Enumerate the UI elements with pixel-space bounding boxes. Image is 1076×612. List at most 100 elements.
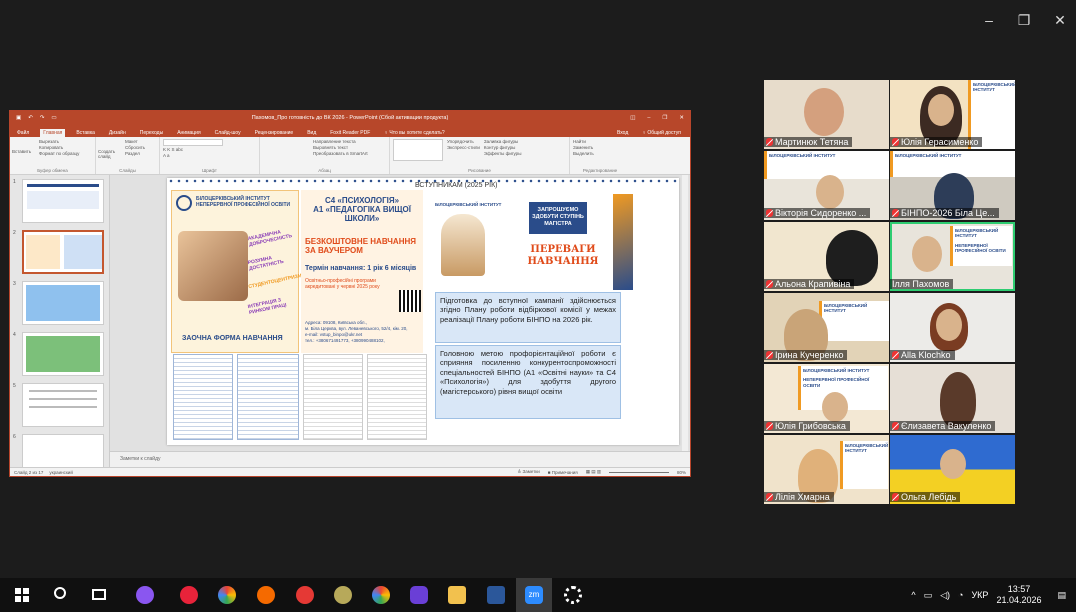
participant-tile[interactable]: Мартинюк Тетяна xyxy=(764,80,889,149)
volume-icon[interactable]: ◁) xyxy=(940,590,950,601)
chrome-icon[interactable] xyxy=(372,586,390,604)
tab-design[interactable]: Дизайн xyxy=(106,129,129,137)
close-button[interactable]: ✕ xyxy=(1046,12,1074,29)
align-text-button[interactable]: Выровнять текст xyxy=(313,145,386,150)
clock[interactable]: 13:57 21.04.2026 xyxy=(996,584,1041,607)
slide-thumbnail-3[interactable] xyxy=(22,281,104,325)
slide-thumbnail-5[interactable] xyxy=(22,383,104,427)
tab-review[interactable]: Рецензирование xyxy=(252,129,297,137)
quick-styles-button[interactable]: Экспресс-стили xyxy=(447,145,480,150)
search-icon[interactable] xyxy=(54,587,66,599)
shape-fill-button[interactable]: Заливка фигуры xyxy=(484,139,522,144)
notes-toggle[interactable]: ≙ Заметки xyxy=(518,469,540,475)
view-buttons[interactable]: ▦ ▤ ▥ xyxy=(586,469,601,475)
sign-in-link[interactable]: Вход xyxy=(614,129,631,137)
participant-tile[interactable]: БІЛОЦЕРКІВСЬКИЙ ІНСТИТУТ Ірина Кучеренко xyxy=(764,293,889,362)
participant-video xyxy=(804,88,844,136)
tab-slideshow[interactable]: Слайд-шоу xyxy=(212,129,244,137)
tab-file[interactable]: Файл xyxy=(14,129,32,137)
font-style-buttons[interactable]: K K S abc xyxy=(163,147,256,152)
share-button[interactable]: ♀ Общий доступ xyxy=(639,129,684,137)
section-button[interactable]: Раздел xyxy=(125,151,156,156)
muted-mic-icon xyxy=(892,209,899,217)
zoom-level[interactable]: 80% xyxy=(677,470,686,475)
text-box-preparation[interactable]: Підготовка до вступної кампанії здійснює… xyxy=(435,292,621,343)
participant-tile[interactable]: Ольга Лебідь xyxy=(890,435,1015,504)
vertical-scrollbar[interactable] xyxy=(682,175,688,451)
ppt-restore-button[interactable]: ❐ xyxy=(662,115,667,121)
battery-icon[interactable]: ▭ xyxy=(924,590,933,601)
zoom-taskbar-active[interactable]: zm xyxy=(516,578,552,612)
zoom-slider[interactable] xyxy=(608,471,669,473)
participant-tile[interactable]: Alla Klochko xyxy=(890,293,1015,362)
slide-thumbnail-4[interactable] xyxy=(22,332,104,376)
wifi-icon[interactable]: ◔ xyxy=(958,590,963,600)
chrome-like-icon[interactable] xyxy=(218,586,236,604)
notifications-icon[interactable]: ▤ xyxy=(1057,590,1066,601)
paste-button[interactable]: Вставить xyxy=(12,149,31,154)
reset-button[interactable]: Сбросить xyxy=(125,145,156,150)
tell-me-search[interactable]: ♀ Что вы хотите сделать? xyxy=(381,129,447,137)
task-view-icon[interactable] xyxy=(92,589,106,600)
start-windows-icon[interactable] xyxy=(15,588,29,602)
font-name-box[interactable] xyxy=(163,139,223,146)
format-painter-button[interactable]: Формат по образцу xyxy=(39,151,92,156)
participant-tile[interactable]: БІЛОЦЕРКІВСЬКИЙ ІНСТИТУТ БІНПО-2026 Біла… xyxy=(890,151,1015,220)
participant-tile-active-speaker[interactable]: БІЛОЦЕРКІВСЬКИЙ ІНСТИТУТ НЕПЕРЕРВНОЇ ПРОФ… xyxy=(890,222,1015,291)
ppt-minimize-button[interactable]: – xyxy=(647,115,650,121)
tab-view[interactable]: Вид xyxy=(304,129,319,137)
find-button[interactable]: Найти xyxy=(573,139,627,144)
restore-button[interactable]: ❐ xyxy=(1010,12,1038,29)
firefox-icon[interactable] xyxy=(257,586,275,604)
current-slide[interactable]: ВСТУПНИКАМ (2025 РІК) БІЛОЦЕРКІВСЬКИЙ ІН… xyxy=(167,178,679,445)
replace-button[interactable]: Заменить xyxy=(573,145,627,150)
copy-button[interactable]: Копировать xyxy=(39,145,92,150)
app-icon-purple[interactable] xyxy=(136,586,154,604)
file-explorer-icon[interactable] xyxy=(448,586,466,604)
cut-button[interactable]: Вырезать xyxy=(39,139,92,144)
slide-thumbnail-6[interactable] xyxy=(22,434,104,467)
shape-effects-button[interactable]: Эффекты фигуры xyxy=(484,151,522,156)
new-slide-button[interactable]: Создать слайд xyxy=(98,149,118,159)
tab-foxit[interactable]: Foxit Reader PDF xyxy=(327,129,373,137)
muted-mic-icon xyxy=(766,138,773,146)
participant-tile[interactable]: БІЛОЦЕРКІВСЬКИЙ ІНСТИТУТ НЕПЕРЕРВНОЇ ПРОФ… xyxy=(764,364,889,433)
language-indicator[interactable]: украинский xyxy=(49,470,72,475)
tab-home[interactable]: Главная xyxy=(40,129,66,137)
ribbon-options-button[interactable]: ◫ xyxy=(630,115,635,121)
shapes-gallery[interactable] xyxy=(393,139,443,161)
participant-tile[interactable]: БІЛОЦЕРКІВСЬКИЙ ІНСТИТУТ Вікторія Сидоре… xyxy=(764,151,889,220)
viber-icon[interactable] xyxy=(410,586,428,604)
participant-tile[interactable]: БІЛОЦЕРКІВСЬКИЙ ІНСТИТУТ Лілія Хмарна xyxy=(764,435,889,504)
select-button[interactable]: Выделить xyxy=(573,151,627,156)
participant-tile[interactable]: БІЛОЦЕРКІВСЬКИЙ ІНСТИТУТ Юлія Герасименк… xyxy=(890,80,1015,149)
opera-icon[interactable] xyxy=(180,586,198,604)
institute-logo xyxy=(176,195,192,211)
participant-tile[interactable]: Альона Крапивіна xyxy=(764,222,889,291)
tab-animation[interactable]: Анимация xyxy=(174,129,203,137)
notes-pane[interactable]: Заметки к слайду xyxy=(110,451,690,467)
participant-tile[interactable]: Єлизавета Вакуленко xyxy=(890,364,1015,433)
eye-icon[interactable] xyxy=(334,586,352,604)
smartart-button[interactable]: Преобразовать в SmartArt xyxy=(313,151,386,156)
tray-chevron-icon[interactable]: ^ xyxy=(911,590,915,600)
slide-thumbnail-2[interactable] xyxy=(22,230,104,274)
text-direction-button[interactable]: Направление текста xyxy=(313,139,386,144)
institute-banner: БІЛОЦЕРКІВСЬКИЙ ІНСТИТУТ xyxy=(819,301,889,341)
yandex-icon[interactable] xyxy=(296,586,314,604)
word-icon[interactable] xyxy=(487,586,505,604)
text-box-goal[interactable]: Головною метою профорієнтаційної роботи … xyxy=(435,345,621,419)
participant-name: Ольга Лебідь xyxy=(890,492,961,502)
slide-thumbnail-1[interactable] xyxy=(22,179,104,223)
input-language[interactable]: УКР xyxy=(971,590,988,600)
layout-button[interactable]: Макет xyxy=(125,139,156,144)
minimize-button[interactable]: – xyxy=(975,12,1003,28)
comments-toggle[interactable]: ■ Примечания xyxy=(548,470,578,475)
ppt-close-button[interactable]: ✕ xyxy=(679,115,684,121)
settings-gear-icon[interactable] xyxy=(564,586,582,604)
font-size-buttons[interactable]: A a xyxy=(163,153,256,158)
tab-insert[interactable]: Вставка xyxy=(73,129,98,137)
arrange-button[interactable]: Упорядочить xyxy=(447,139,480,144)
shape-outline-button[interactable]: Контур фигуры xyxy=(484,145,522,150)
tab-transitions[interactable]: Переходы xyxy=(137,129,166,137)
